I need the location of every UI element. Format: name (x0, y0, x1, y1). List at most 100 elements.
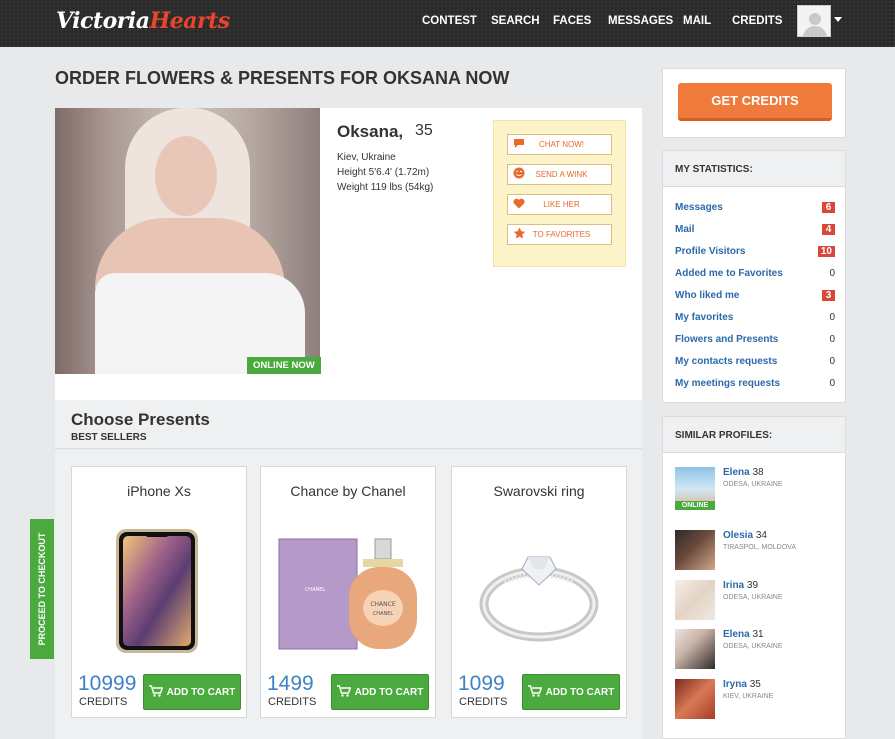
similar-profile-item[interactable]: Iryna 35 KIEV, UKRAINE (675, 679, 835, 719)
similar-profile-item[interactable]: Irina 39 ODESA, UKRAINE (675, 580, 835, 620)
stat-count: 3 (822, 290, 835, 301)
cart-icon (527, 684, 542, 700)
stat-contacts-requests[interactable]: My contacts requests 0 (675, 356, 835, 370)
photo-face (155, 136, 217, 216)
nav-contest[interactable]: CONTEST (422, 15, 477, 27)
to-favorites-button[interactable]: TO FAVORITES (507, 224, 612, 245)
svg-text:CHANCE: CHANCE (370, 601, 395, 608)
ring-image[interactable] (466, 519, 612, 659)
stat-my-favorites[interactable]: My favorites 0 (675, 312, 835, 326)
similar-profile-thumbnail[interactable] (675, 530, 715, 570)
svg-text:CHANEL: CHANEL (305, 587, 326, 593)
online-badge: ONLINE (675, 501, 715, 510)
online-now-badge: ONLINE NOW (247, 357, 321, 374)
stat-meetings-requests[interactable]: My meetings requests 0 (675, 378, 835, 392)
similar-name-text: Olesia (723, 530, 754, 541)
stat-who-liked-me[interactable]: Who liked me 3 (675, 290, 835, 304)
statistics-heading: MY STATISTICS: (663, 151, 845, 187)
nav-faces[interactable]: FACES (553, 15, 591, 27)
presents-subtitle: BEST SELLERS (71, 432, 147, 443)
profile-photo[interactable] (55, 108, 320, 374)
gift-card-chanel: Chance by Chanel CHANCE CHANEL CHANEL 14… (260, 466, 436, 718)
iphone-image[interactable] (86, 519, 232, 659)
gift-price: 10999 (78, 672, 137, 695)
stat-profile-visitors[interactable]: Profile Visitors 10 (675, 246, 835, 260)
profile-card: ONLINE NOW Oksana, 35 Kiev, Ukraine Heig… (55, 108, 642, 400)
chat-now-button[interactable]: CHAT NOW! (507, 134, 612, 155)
add-to-cart-button[interactable]: ADD TO CART (331, 674, 429, 710)
presents-header: Choose Presents BEST SELLERS (55, 400, 642, 449)
send-wink-label: SEND A WINK (535, 170, 588, 179)
user-avatar[interactable] (797, 5, 831, 37)
similar-location: KIEV, UKRAINE (723, 693, 774, 700)
to-favorites-label: TO FAVORITES (532, 230, 591, 239)
similar-location: ODESA, UKRAINE (723, 481, 783, 488)
stat-count: 4 (822, 224, 835, 235)
presents-title: Choose Presents (71, 410, 210, 429)
similar-profile-item[interactable]: ONLINE Elena 38 ODESA, UKRAINE (675, 467, 835, 510)
heart-icon (508, 198, 530, 212)
stat-label: Added me to Favorites (675, 268, 783, 279)
nav-search[interactable]: SEARCH (491, 15, 540, 27)
similar-name-text: Irina (723, 580, 745, 591)
page-title: ORDER FLOWERS & PRESENTS FOR OKSANA NOW (55, 68, 510, 88)
like-her-button[interactable]: LIKE HER (507, 194, 612, 215)
stat-label: Profile Visitors (675, 246, 746, 257)
checkout-tab-label: PROCEED TO CHECKOUT (37, 532, 47, 646)
similar-name-text: Elena (723, 467, 750, 478)
cart-icon (148, 684, 163, 700)
chat-icon (508, 138, 530, 152)
credits-box: GET CREDITS (662, 68, 846, 138)
nav-credits[interactable]: CREDITS (732, 15, 782, 27)
add-to-cart-button[interactable]: ADD TO CART (522, 674, 620, 710)
avatar-body (803, 26, 827, 36)
cart-icon (336, 684, 351, 700)
stat-count: 0 (829, 268, 835, 279)
similar-profile-item[interactable]: Olesia 34 TIRASPOL, MOLDOVA (675, 530, 835, 570)
similar-name-text: Elena (723, 629, 750, 640)
stat-count: 0 (829, 356, 835, 367)
send-wink-button[interactable]: SEND A WINK (507, 164, 612, 185)
nav-mail[interactable]: MAIL (683, 15, 711, 27)
stat-flowers-and-presents[interactable]: Flowers and Presents 0 (675, 334, 835, 348)
stat-label: My contacts requests (675, 356, 778, 367)
stat-count: 0 (829, 334, 835, 345)
proceed-to-checkout-tab[interactable]: PROCEED TO CHECKOUT (30, 519, 54, 659)
star-icon (508, 227, 530, 242)
similar-profile-thumbnail[interactable] (675, 580, 715, 620)
similar-age: 31 (752, 629, 764, 640)
stat-added-to-favorites[interactable]: Added me to Favorites 0 (675, 268, 835, 282)
similar-profile-name[interactable]: Elena 38 (723, 467, 764, 478)
chevron-down-icon[interactable] (834, 17, 842, 22)
similar-profile-name[interactable]: Irina 39 (723, 580, 758, 591)
stat-label: My meetings requests (675, 378, 781, 389)
profile-weight: Weight 119 lbs (54kg) (337, 182, 434, 193)
similar-profile-item[interactable]: Elena 31 ODESA, UKRAINE (675, 629, 835, 669)
similar-profile-name[interactable]: Elena 31 (723, 629, 764, 640)
avatar-head (809, 13, 821, 25)
stat-label: My favorites (675, 312, 734, 323)
stat-messages[interactable]: Messages 6 (675, 202, 835, 216)
similar-profile-thumbnail[interactable] (675, 629, 715, 669)
nav-messages[interactable]: MESSAGES (608, 15, 673, 27)
similar-age: 39 (746, 580, 759, 591)
get-credits-button[interactable]: GET CREDITS (678, 83, 832, 121)
similar-profile-name[interactable]: Iryna 35 (723, 679, 761, 690)
similar-profile-thumbnail[interactable] (675, 679, 715, 719)
gift-name: Swarovski ring (493, 483, 585, 499)
gift-name: Chance by Chanel (290, 483, 406, 499)
add-to-cart-button[interactable]: ADD TO CART (143, 674, 241, 710)
similar-location: ODESA, UKRAINE (723, 594, 783, 601)
chanel-image[interactable]: CHANCE CHANEL CHANEL (275, 519, 421, 659)
add-to-cart-label: ADD TO CART (545, 686, 615, 698)
my-statistics-box: MY STATISTICS: Messages 6 Mail 4 Profile V… (662, 150, 846, 403)
stat-label: Messages (675, 202, 723, 213)
site-logo[interactable]: VictoriaHearts (56, 8, 230, 34)
add-to-cart-label: ADD TO CART (166, 686, 236, 698)
similar-name-text: Iryna (723, 679, 747, 690)
like-her-label: LIKE HER (543, 200, 580, 209)
stat-mail[interactable]: Mail 4 (675, 224, 835, 238)
similar-profiles-heading: SIMILAR PROFILES: (663, 417, 845, 453)
similar-profile-name[interactable]: Olesia 34 (723, 530, 767, 541)
stat-count: 0 (829, 378, 835, 389)
